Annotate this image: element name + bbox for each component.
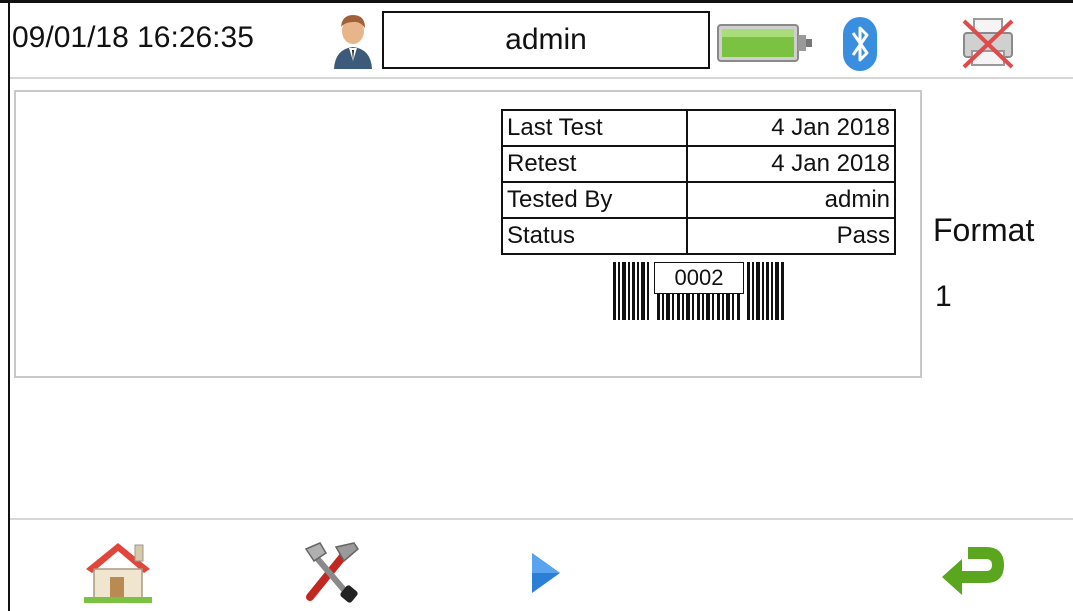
row-key: Retest: [501, 145, 688, 183]
table-row: Status Pass: [501, 217, 896, 255]
battery-icon: [716, 21, 814, 65]
label-info-table: Last Test 4 Jan 2018 Retest 4 Jan 2018 T…: [501, 109, 896, 255]
home-icon[interactable]: [80, 537, 156, 605]
bluetooth-icon: [840, 15, 880, 73]
footer-divider: [10, 518, 1073, 520]
next-arrow-icon[interactable]: [528, 551, 564, 595]
datetime-display: 09/01/18 16:26:35: [12, 21, 254, 54]
format-label: Format: [933, 212, 1035, 248]
tools-icon[interactable]: [292, 537, 368, 605]
row-value: admin: [686, 181, 896, 219]
row-key: Last Test: [501, 109, 688, 147]
row-key: Tested By: [501, 181, 688, 219]
row-key: Status: [501, 217, 688, 255]
bottom-toolbar: [10, 533, 1073, 611]
row-value: Pass: [686, 217, 896, 255]
printer-disabled-icon[interactable]: [958, 15, 1018, 71]
label-preview: Last Test 4 Jan 2018 Retest 4 Jan 2018 T…: [14, 90, 922, 378]
barcode-number: 0002: [654, 262, 744, 294]
status-bar: 09/01/18 16:26:35 admin: [10, 3, 1073, 79]
username-field[interactable]: admin: [382, 11, 710, 69]
device-screen: 09/01/18 16:26:35 admin Last Test 4 Jan …: [0, 0, 1073, 611]
row-value: 4 Jan 2018: [686, 109, 896, 147]
table-row: Tested By admin: [501, 181, 896, 219]
back-return-icon[interactable]: [938, 537, 1010, 605]
table-row: Last Test 4 Jan 2018: [501, 109, 896, 147]
table-row: Retest 4 Jan 2018: [501, 145, 896, 183]
user-icon: [330, 11, 376, 71]
format-value: 1: [935, 280, 952, 313]
row-value: 4 Jan 2018: [686, 145, 896, 183]
